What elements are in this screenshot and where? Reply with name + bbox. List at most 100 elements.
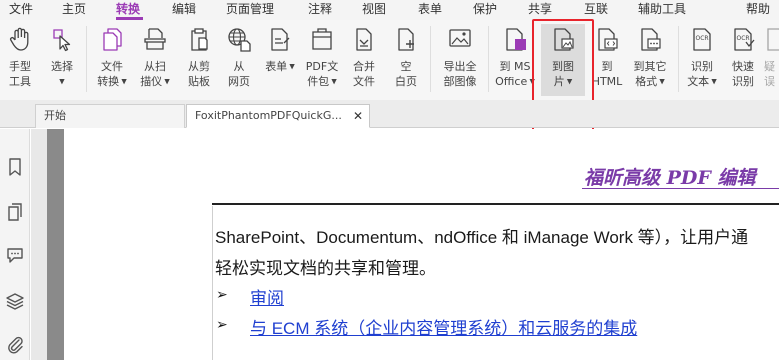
blank-page-label: 空 白页 (395, 60, 417, 88)
ms-office-icon (506, 28, 526, 51)
form-button[interactable]: 表单 ▼ (262, 24, 298, 96)
chevron-down-icon: ▼ (119, 77, 127, 86)
select-cursor-icon (53, 29, 71, 52)
to-image-button[interactable]: 到图 片 ▼ (541, 24, 585, 96)
header-rule (212, 203, 779, 205)
file-convert-icon (103, 28, 122, 51)
attachment-icon[interactable] (5, 334, 25, 354)
hand-icon (9, 27, 29, 51)
chevron-down-icon: ▼ (527, 77, 535, 86)
select-label: 选择 ▼ (38, 59, 86, 90)
globe-icon (228, 28, 251, 52)
html-icon (598, 28, 618, 51)
quick-ocr-button[interactable]: OCR 快速 识别 (726, 24, 760, 96)
export-all-images-button[interactable]: 导出全 部图像 (438, 24, 482, 96)
ribbon-separator (430, 26, 431, 92)
merge-icon (356, 28, 372, 51)
blank-page-icon (398, 28, 414, 51)
ocr-icon: OCR (693, 28, 711, 51)
margin-line (212, 206, 213, 360)
clipboard-icon (191, 28, 208, 51)
menu-help[interactable]: 帮助 (746, 1, 770, 17)
tab-start[interactable]: 开始 (35, 104, 185, 128)
menu-connect[interactable]: 互联 (584, 1, 608, 17)
tab-strip: 开始 FoxitPhantomPDFQuickG... ✕ (0, 100, 779, 128)
bookmark-icon[interactable] (5, 157, 25, 177)
hand-tool-button[interactable]: 手型 工具 (2, 24, 38, 96)
menu-accessibility[interactable]: 辅助工具 (638, 1, 686, 17)
paragraph-line: 轻松实现文档的共享和管理。 (215, 259, 436, 278)
ocr-text-label: 识别 文本 ▼ (678, 59, 726, 90)
to-html-button[interactable]: 到 HTML (590, 24, 624, 96)
pages-icon[interactable] (5, 202, 25, 222)
menu-form[interactable]: 表单 (418, 1, 442, 17)
menu-bar: 文件 主页 转换 编辑 页面管理 注释 视图 表单 保护 共享 互联 辅助工具 … (0, 0, 779, 20)
to-other-formats-button[interactable]: 到其它 格式 ▼ (628, 24, 672, 96)
tab-document[interactable]: FoxitPhantomPDFQuickG... ✕ (186, 104, 370, 128)
menu-comment[interactable]: 注释 (308, 1, 332, 17)
from-scanner-button[interactable]: 从扫 描仪 ▼ (136, 24, 174, 96)
navigation-panel (0, 129, 30, 360)
form-label-text: 表单 (265, 60, 288, 73)
page-shadow (47, 129, 64, 360)
select-button[interactable]: 选择 ▼ (44, 24, 80, 96)
menu-convert[interactable]: 转换 (116, 1, 140, 17)
form-icon (271, 28, 290, 51)
from-scanner-label: 从扫 描仪 ▼ (130, 59, 180, 90)
svg-text:OCR: OCR (737, 35, 750, 42)
scanner-icon (144, 28, 166, 50)
chevron-down-icon: ▼ (564, 77, 573, 86)
quick-ocr-label: 快速 识别 (732, 60, 754, 88)
menu-file[interactable]: 文件 (9, 1, 33, 17)
svg-text:OCR: OCR (696, 35, 709, 42)
to-image-label: 到图 片 ▼ (535, 59, 591, 90)
ecm-integration-link[interactable]: 与 ECM 系统（企业内容管理系统）和云服务的集成 (250, 314, 637, 339)
ribbon-toolbar: 手型 工具 选择 ▼ 文件 转换 ▼ 从扫 描仪 ▼ 从剪 贴板 从 网页 表单… (0, 20, 779, 100)
portfolio-icon (312, 28, 332, 50)
export-all-images-label: 导出全 部图像 (443, 60, 477, 88)
title-underline (582, 188, 779, 189)
to-ms-office-label-text: 到 MS Office (495, 60, 531, 88)
chevron-down-icon: ▼ (657, 77, 665, 86)
review-link[interactable]: 审阅 (250, 284, 284, 309)
menu-home[interactable]: 主页 (62, 1, 86, 17)
to-ms-office-label: 到 MS Office ▼ (488, 59, 542, 90)
close-icon[interactable]: ✕ (353, 105, 363, 127)
pdf-portfolio-button[interactable]: PDF文 件包 ▼ (302, 24, 342, 96)
suspect-results-icon (767, 28, 779, 51)
menu-edit[interactable]: 编辑 (172, 1, 196, 17)
ocr-text-button[interactable]: OCR 识别 文本 ▼ (684, 24, 720, 96)
to-ms-office-button[interactable]: 到 MS Office ▼ (494, 24, 536, 96)
suspect-results-label: 疑 误 (764, 60, 775, 88)
menu-protect[interactable]: 保护 (473, 1, 497, 17)
quick-ocr-icon: OCR (734, 28, 755, 51)
paragraph-line: SharePoint、Documentum、ndOffice 和 iManage… (215, 228, 749, 247)
tab-start-label: 开始 (44, 109, 66, 122)
chevron-down-icon: ▼ (162, 77, 170, 86)
chevron-down-icon: ▼ (59, 77, 65, 86)
blank-page-button[interactable]: 空 白页 (388, 24, 424, 96)
comment-icon[interactable] (5, 245, 25, 265)
bullet-arrow-icon: ➢ (216, 287, 228, 303)
select-label-text: 选择 (51, 60, 73, 73)
layers-icon[interactable] (5, 291, 25, 311)
document-gutter (31, 129, 47, 360)
menu-organize[interactable]: 页面管理 (226, 1, 274, 17)
to-image-icon (554, 28, 574, 51)
menu-share[interactable]: 共享 (528, 1, 552, 17)
from-web-button[interactable]: 从 网页 (222, 24, 256, 96)
image-export-icon (449, 29, 471, 47)
document-title: 福昕高级 PDF 编辑 (584, 167, 756, 189)
from-clipboard-button[interactable]: 从剪 贴板 (180, 24, 218, 96)
chevron-down-icon: ▼ (287, 62, 295, 71)
bullet-arrow-icon: ➢ (216, 317, 228, 333)
chevron-down-icon: ▼ (329, 77, 337, 86)
suspect-results-button[interactable]: 疑 误 (764, 24, 779, 96)
tab-document-label: FoxitPhantomPDFQuickG... (195, 109, 342, 122)
merge-files-label: 合并 文件 (353, 60, 375, 88)
merge-files-button[interactable]: 合并 文件 (346, 24, 382, 96)
file-convert-button[interactable]: 文件 转换 ▼ (92, 24, 132, 96)
chevron-down-icon: ▼ (709, 77, 717, 86)
menu-view[interactable]: 视图 (362, 1, 386, 17)
to-other-formats-label: 到其它 格式 ▼ (622, 59, 678, 90)
